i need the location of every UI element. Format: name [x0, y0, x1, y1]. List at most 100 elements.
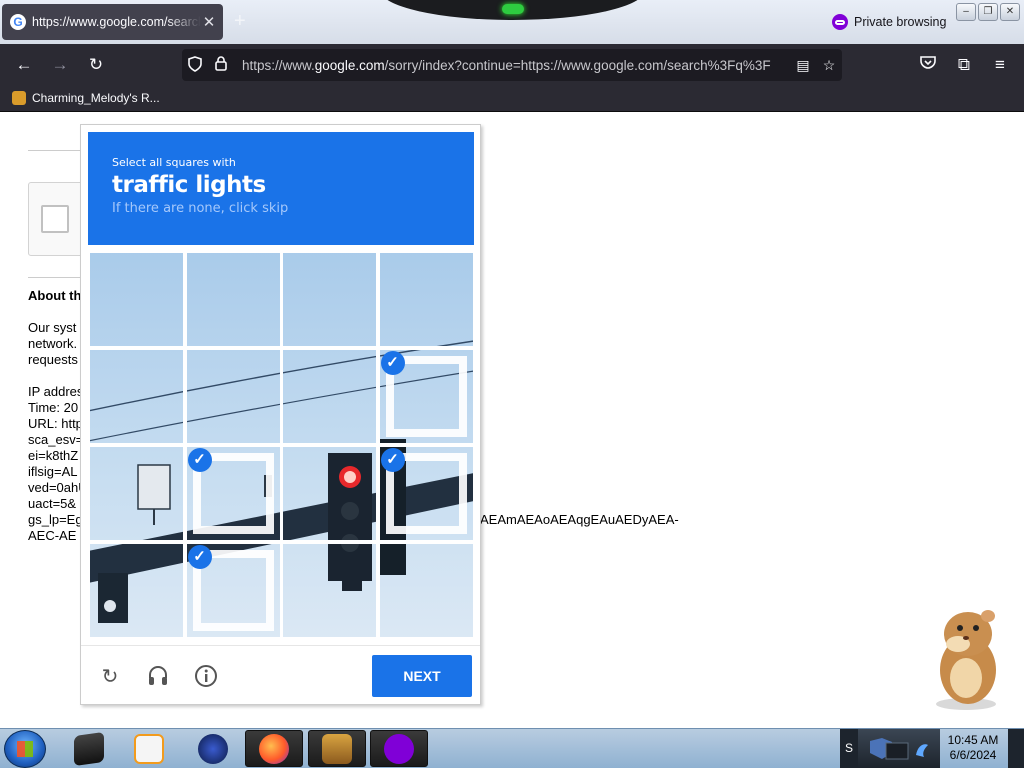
captcha-tile[interactable]: [88, 445, 185, 542]
media-player-icon: [134, 733, 164, 764]
selected-check-icon: ✓: [187, 448, 212, 472]
captcha-tile[interactable]: [88, 348, 185, 445]
captcha-tile[interactable]: [377, 251, 474, 348]
close-tab-icon[interactable]: ✕: [201, 13, 217, 31]
minimize-button[interactable]: –: [956, 3, 976, 21]
start-button[interactable]: [4, 730, 46, 768]
param-line: iflsig=AL: [28, 464, 78, 479]
info-icon[interactable]: [193, 664, 219, 690]
captcha-tile[interactable]: [281, 348, 378, 445]
explanation-line: requests: [28, 352, 78, 367]
param-line-tail: AEAmAEAoAEAqgEAuAEDyAEA-: [480, 512, 679, 527]
selected-check-icon: ✓: [380, 351, 405, 375]
target-object: traffic lights: [112, 172, 266, 198]
captcha-tile[interactable]: [184, 348, 282, 445]
challenge-footer: ↻ NEXT: [81, 645, 480, 704]
private-mask-icon: [832, 14, 848, 30]
network-icon[interactable]: [885, 742, 909, 760]
param-line: ei=k8thZ: [28, 448, 79, 463]
taskbar: S 10:45 AM 6/6/2024: [0, 728, 1024, 768]
param-line: sca_esv=: [28, 432, 84, 447]
captcha-tile[interactable]: [281, 445, 378, 542]
bookmark-favicon-icon: [12, 91, 26, 105]
menu-icon[interactable]: ≡: [987, 52, 1013, 78]
private-browsing-button[interactable]: [370, 730, 428, 767]
back-icon[interactable]: ←: [11, 52, 37, 78]
clock-time: 10:45 AM: [947, 733, 999, 747]
checkbox[interactable]: [41, 205, 69, 233]
explanation-line: network.: [28, 336, 78, 351]
browser-tab[interactable]: G https://www.google.com/search?q ✕: [2, 4, 223, 40]
selected-check-icon: ✓: [187, 545, 212, 569]
url-line: URL: http: [28, 416, 83, 431]
reload-challenge-icon[interactable]: ↻: [97, 664, 123, 690]
navigation-bar: ← → ↻ https://www.google.com/sorry/index…: [0, 44, 1024, 86]
explanation-line: Our syst: [28, 320, 77, 335]
bookmark-item[interactable]: Charming_Melody's R...: [12, 91, 160, 105]
url-bar[interactable]: https://www.google.com/sorry/index?conti…: [182, 49, 842, 81]
captcha-tile[interactable]: [88, 542, 185, 639]
about-heading: About th: [28, 288, 82, 303]
reload-icon[interactable]: ↻: [83, 52, 109, 78]
extensions-icon[interactable]: ⧉: [951, 52, 977, 78]
firefox-dark-icon: [198, 733, 228, 764]
camera-notch: [380, 0, 645, 20]
tab-bar: G https://www.google.com/search?q ✕ + Pr…: [0, 0, 1024, 44]
reader-icon[interactable]: ▤: [790, 57, 816, 74]
challenge-header: Select all squares with traffic lights I…: [88, 132, 474, 245]
hamster-mascot-icon[interactable]: [922, 604, 1008, 712]
recaptcha-challenge: Select all squares with traffic lights I…: [80, 124, 481, 705]
forward-icon[interactable]: →: [47, 52, 73, 78]
media-player-button[interactable]: [120, 730, 178, 767]
captcha-tile[interactable]: [281, 542, 378, 639]
divider: [28, 150, 88, 151]
terminal-icon: [74, 731, 104, 766]
clock-date: 6/6/2024: [949, 748, 997, 762]
time-line: Time: 20: [28, 400, 79, 415]
captcha-tile[interactable]: [281, 251, 378, 348]
private-mask-taskbar-icon: [384, 733, 414, 764]
firefox-icon: [259, 733, 289, 764]
private-label: Private browsing: [854, 15, 947, 29]
param-line: AEC-AE: [28, 528, 77, 543]
google-favicon-icon: G: [10, 14, 26, 30]
param-line: gs_lp=Eg: [28, 512, 83, 527]
image-grid: ✓ ✓ ✓ ✓: [88, 251, 474, 639]
show-desktop-button[interactable]: [1008, 729, 1024, 768]
new-tab-button[interactable]: +: [234, 10, 246, 33]
selected-check-icon: ✓: [380, 448, 405, 472]
audio-challenge-icon[interactable]: [145, 664, 171, 690]
next-button[interactable]: NEXT: [372, 655, 472, 697]
ip-address: IP addres: [28, 384, 84, 399]
captcha-tile[interactable]: [377, 542, 474, 639]
close-window-button[interactable]: ✕: [1000, 3, 1020, 21]
sandboxie-button[interactable]: [308, 730, 366, 767]
param-line: uact=5&: [28, 496, 77, 511]
pocket-icon[interactable]: [915, 52, 941, 78]
shield-icon[interactable]: [182, 55, 208, 75]
captcha-tile[interactable]: [88, 251, 185, 348]
tab-title: https://www.google.com/search?q: [32, 15, 201, 29]
url-text[interactable]: https://www.google.com/sorry/index?conti…: [234, 58, 790, 73]
divider: [28, 277, 88, 278]
private-browsing-indicator: Private browsing: [832, 14, 946, 30]
bookmarks-toolbar: Charming_Melody's R...: [0, 86, 1024, 112]
param-line: ved=0ahU: [28, 480, 88, 495]
system-tray: [858, 729, 940, 768]
bookmark-label: Charming_Melody's R...: [32, 91, 160, 105]
system-clock[interactable]: 10:45 AM 6/6/2024: [940, 733, 1006, 765]
restore-button[interactable]: ❐: [978, 3, 998, 21]
lock-icon[interactable]: [208, 56, 234, 74]
edge-icon[interactable]: [916, 744, 928, 757]
tray-overflow[interactable]: S: [840, 729, 858, 768]
star-icon[interactable]: ☆: [816, 57, 842, 74]
recaptcha-checkbox-widget[interactable]: [28, 182, 88, 256]
firefox-dark-button[interactable]: [184, 730, 242, 767]
terminal-app-button[interactable]: [60, 730, 118, 767]
captcha-tile[interactable]: [184, 251, 282, 348]
skip-hint: If there are none, click skip: [112, 201, 289, 216]
firefox-button[interactable]: [245, 730, 303, 767]
sandboxie-icon: [322, 733, 352, 764]
camera-led: [502, 4, 524, 14]
instruction-text: Select all squares with: [112, 156, 236, 169]
